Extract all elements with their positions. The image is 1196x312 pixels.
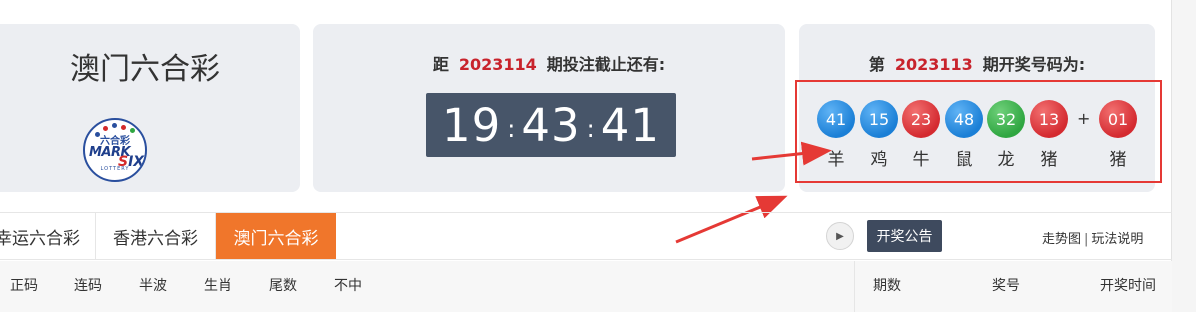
annotation-highlight-box (795, 80, 1162, 183)
draw-notice-button[interactable]: 开奖公告 (867, 220, 942, 252)
subtab-lianma[interactable]: 连码 (74, 275, 102, 295)
subtab-shengxiao[interactable]: 生肖 (204, 275, 232, 295)
rules-link[interactable]: 玩法说明 (1091, 232, 1143, 247)
tab-hongkong-lottery[interactable]: 香港六合彩 (96, 213, 216, 259)
timer-seconds: 41 (600, 98, 660, 152)
col-numbers: 奖号 (992, 278, 1020, 294)
countdown-issue: 2023114 (458, 55, 537, 74)
lottery-tabs: 幸运六合彩 香港六合彩 澳门六合彩 (0, 212, 1172, 260)
right-links: 走势图 | 玩法说明 (1042, 232, 1144, 247)
countdown-title: 距 2023114 期投注截止还有: (432, 55, 666, 74)
mark-six-logo: 六合彩 MARK SIX LOTTERY (83, 118, 147, 182)
timer-minutes: 43 (521, 98, 581, 152)
play-icon[interactable]: ▶ (826, 222, 854, 250)
subtab-banbo[interactable]: 半波 (139, 275, 167, 295)
bet-type-tabs: 正码 连码 半波 生肖 尾数 不中 (0, 261, 854, 312)
trend-chart-link[interactable]: 走势图 (1042, 232, 1081, 247)
timer-colon: : (507, 115, 516, 143)
page-frame: 澳门六合彩 六合彩 MARK SIX LOTTERY 距 2023114 期投注截止… (0, 0, 1172, 312)
subtab-weishu[interactable]: 尾数 (269, 275, 297, 295)
col-issue: 期数 (873, 278, 901, 294)
subtab-zhengma[interactable]: 正码 (10, 275, 38, 295)
result-issue: 2023113 (894, 55, 973, 74)
subtab-buzhong[interactable]: 不中 (334, 275, 362, 295)
brand-title: 澳门六合彩 (70, 52, 220, 87)
col-draw-time: 开奖时间 (1100, 278, 1156, 294)
history-table-header: 期数 奖号 开奖时间 (854, 261, 1172, 312)
countdown-timer: 19 : 43 : 41 (426, 93, 676, 157)
brand-panel: 澳门六合彩 六合彩 MARK SIX LOTTERY (0, 24, 300, 192)
timer-hours: 19 (442, 98, 502, 152)
timer-colon: : (586, 115, 595, 143)
countdown-panel: 距 2023114 期投注截止还有: 19 : 43 : 41 (313, 24, 785, 192)
logo-lottery-text: LOTTERY (100, 166, 130, 172)
tab-lucky-lottery[interactable]: 幸运六合彩 (0, 213, 96, 259)
result-title: 第 2023113 期开奖号码为: (868, 55, 1086, 74)
tab-macau-lottery[interactable]: 澳门六合彩 (216, 213, 336, 259)
